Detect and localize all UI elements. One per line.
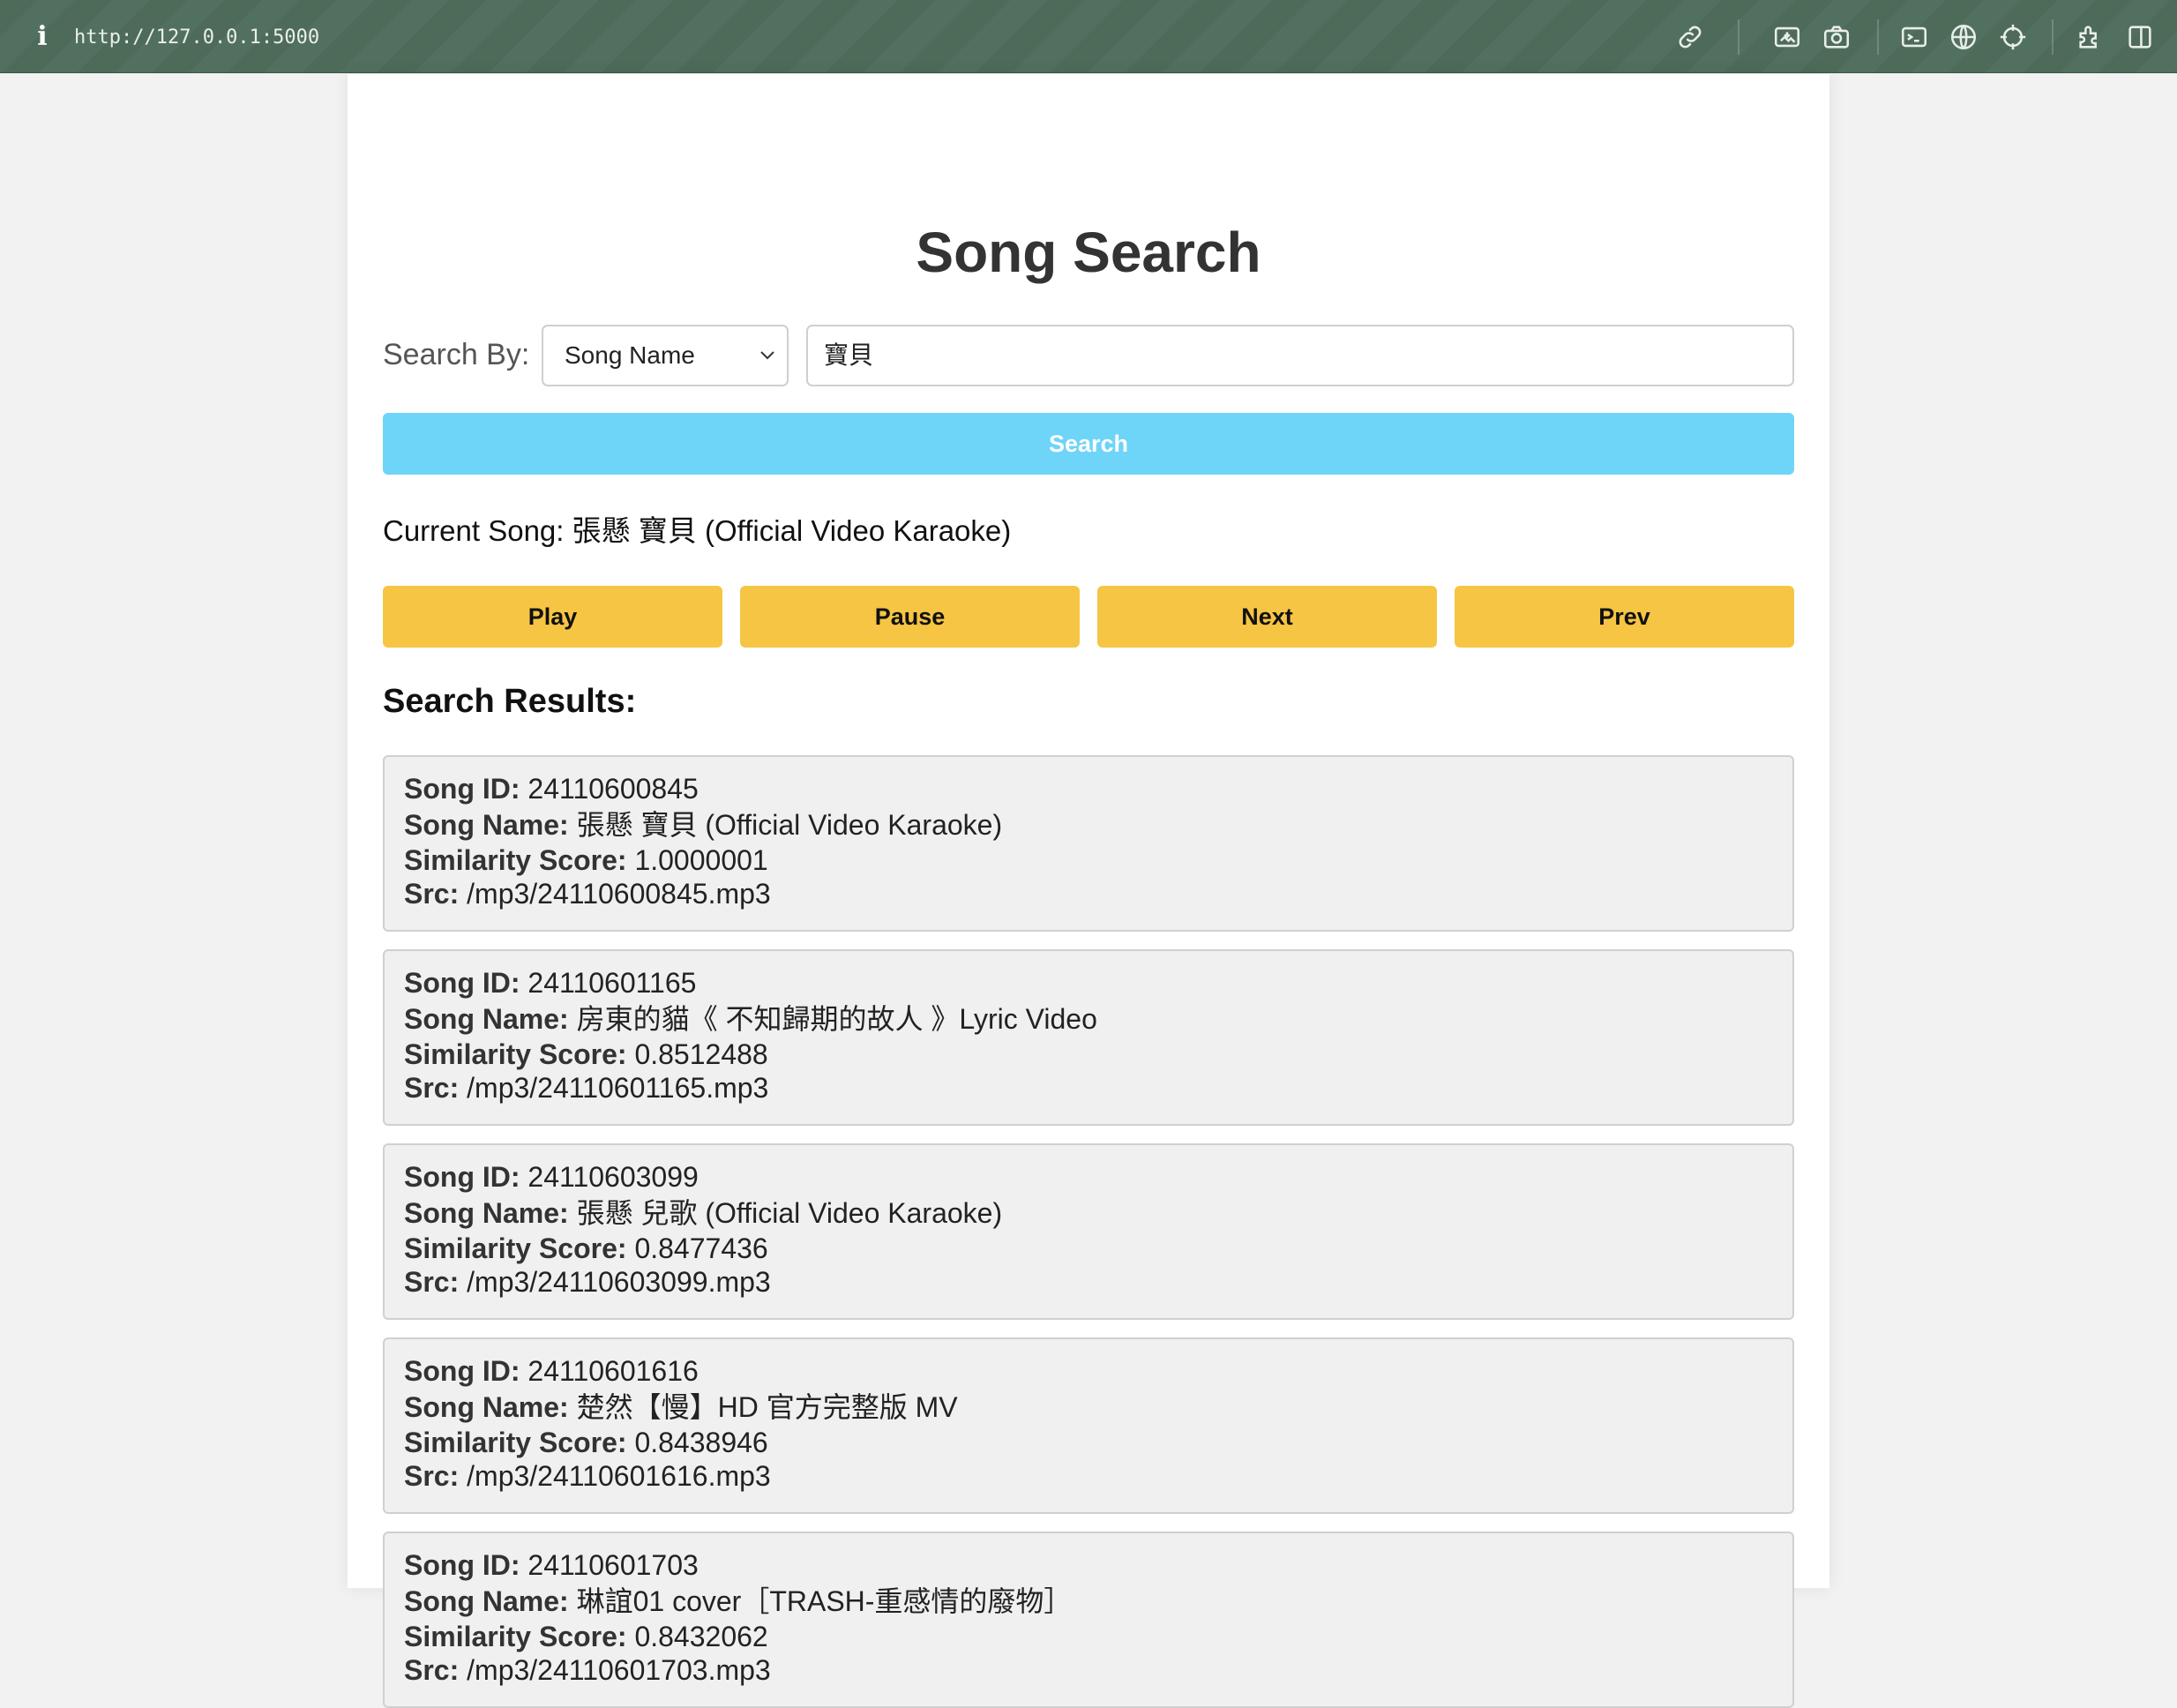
- terminal-icon[interactable]: [1898, 21, 1930, 53]
- sidebar-icon[interactable]: [2124, 21, 2156, 53]
- search-by-label: Search By:: [383, 338, 530, 371]
- result-src: Src: /mp3/24110603099.mp3: [404, 1266, 771, 1298]
- toolbar-divider: [2052, 19, 2054, 55]
- page-title: Song Search: [916, 221, 1261, 284]
- result-id: Song ID: 24110600845: [404, 773, 699, 805]
- prev-button[interactable]: Prev: [1455, 586, 1794, 648]
- image-screenshot-icon[interactable]: [1771, 21, 1803, 53]
- result-card[interactable]: Song ID: 24110603099 Song Name: 張懸 兒歌 (O…: [383, 1143, 1794, 1320]
- results-title: Search Results:: [383, 683, 637, 720]
- current-song-title: 張懸 寶貝 (Official Video Karaoke): [572, 514, 1012, 547]
- result-card[interactable]: Song ID: 24110601165 Song Name: 房東的貓《 不知…: [383, 949, 1794, 1126]
- result-card[interactable]: Song ID: 24110601703 Song Name: 琳誼01 cov…: [383, 1532, 1794, 1708]
- browser-window: i http://127.0.0.1:5000 Song Search Sear…: [0, 0, 2177, 1708]
- toolbar-divider: [1877, 19, 1879, 55]
- result-src: Src: /mp3/24110601165.mp3: [404, 1072, 769, 1104]
- result-name: Song Name: 張懸 兒歌 (Official Video Karaoke…: [404, 1197, 1003, 1229]
- camera-icon[interactable]: [1821, 21, 1852, 53]
- browser-toolbar: i http://127.0.0.1:5000: [0, 0, 2177, 73]
- result-name: Song Name: 房東的貓《 不知歸期的故人 》Lyric Video: [404, 1003, 1097, 1035]
- current-song-label: Current Song:: [383, 514, 565, 547]
- current-song: Current Song: 張懸 寶貝 (Official Video Kara…: [383, 512, 1011, 551]
- result-name: Song Name: 楚然【慢】HD 官方完整版 MV: [404, 1391, 958, 1423]
- address-bar[interactable]: http://127.0.0.1:5000: [74, 25, 319, 51]
- next-button[interactable]: Next: [1097, 586, 1437, 648]
- pause-button[interactable]: Pause: [740, 586, 1080, 648]
- play-button[interactable]: Play: [383, 586, 722, 648]
- search-button[interactable]: Search: [383, 413, 1794, 475]
- search-by-selected-value: Song Name: [565, 341, 695, 369]
- result-src: Src: /mp3/24110601703.mp3: [404, 1654, 771, 1686]
- result-card[interactable]: Song ID: 24110600845 Song Name: 張懸 寶貝 (O…: [383, 755, 1794, 932]
- chevron-down-icon: [760, 351, 774, 360]
- extensions-icon[interactable]: [2075, 21, 2106, 53]
- result-id: Song ID: 24110603099: [404, 1161, 699, 1193]
- result-id: Song ID: 24110601703: [404, 1549, 699, 1581]
- result-score: Similarity Score: 0.8512488: [404, 1038, 768, 1070]
- link-icon[interactable]: [1674, 21, 1706, 53]
- result-score: Similarity Score: 0.8432062: [404, 1621, 768, 1652]
- song-search-panel: Song Search Search By: Song Name 寶貝 Sear…: [348, 74, 1829, 1708]
- crosshair-icon[interactable]: [1997, 21, 2029, 53]
- search-by-select[interactable]: Song Name: [542, 325, 789, 386]
- result-score: Similarity Score: 1.0000001: [404, 844, 768, 876]
- globe-icon[interactable]: [1948, 21, 1979, 53]
- result-name: Song Name: 張懸 寶貝 (Official Video Karaoke…: [404, 809, 1003, 841]
- result-name: Song Name: 琳誼01 cover［TRASH-重感情的廢物］: [404, 1585, 1073, 1617]
- result-src: Src: /mp3/24110600845.mp3: [404, 878, 771, 910]
- search-input[interactable]: 寶貝: [806, 325, 1794, 386]
- result-id: Song ID: 24110601616: [404, 1355, 699, 1387]
- result-id: Song ID: 24110601165: [404, 967, 697, 999]
- toolbar-divider: [1738, 19, 1739, 55]
- result-score: Similarity Score: 0.8477436: [404, 1232, 768, 1264]
- result-src: Src: /mp3/24110601616.mp3: [404, 1460, 771, 1492]
- result-score: Similarity Score: 0.8438946: [404, 1427, 768, 1458]
- info-icon[interactable]: i: [34, 23, 51, 51]
- result-card[interactable]: Song ID: 24110601616 Song Name: 楚然【慢】HD …: [383, 1337, 1794, 1514]
